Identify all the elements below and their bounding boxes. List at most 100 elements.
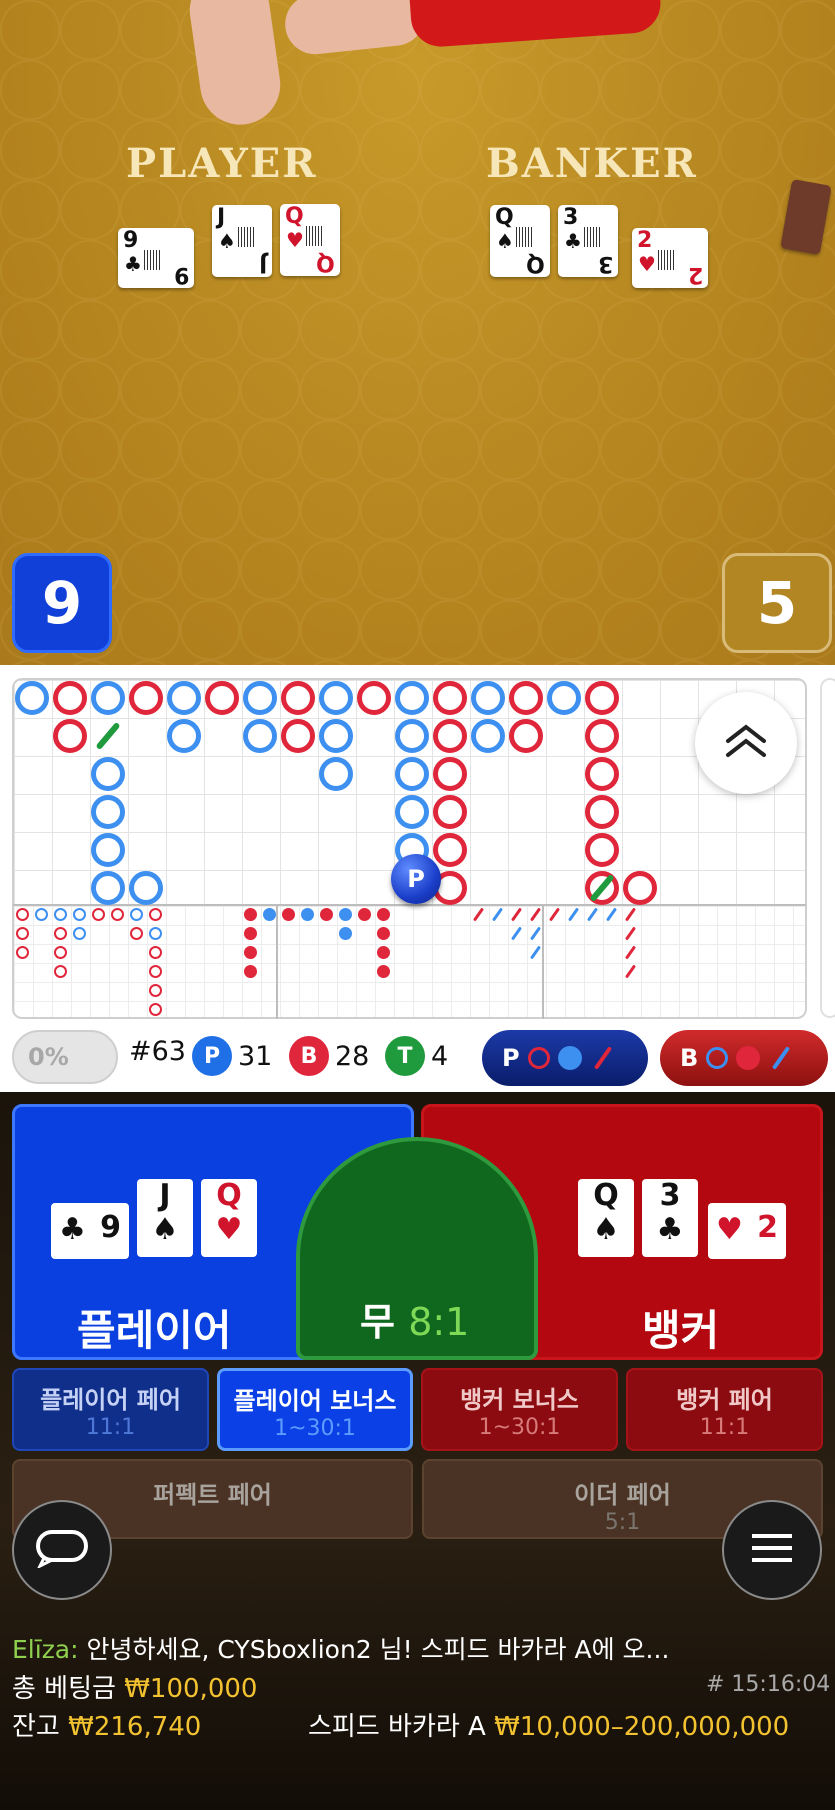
banker-win-mark bbox=[281, 681, 315, 715]
tie-count: T 4 bbox=[385, 1036, 448, 1076]
small-road-mark bbox=[320, 908, 333, 921]
banker-bonus-bet[interactable]: 뱅커 보너스 1~30:1 bbox=[421, 1368, 618, 1451]
bead-road-mark bbox=[73, 927, 86, 940]
player-bonus-bet[interactable]: 플레이어 보너스 1~30:1 bbox=[217, 1368, 413, 1451]
banker-pair-label: 뱅커 페어 bbox=[676, 1386, 773, 1414]
banker-card: 3 ♣ 3 bbox=[558, 205, 618, 277]
bead-road-mark bbox=[16, 946, 29, 959]
player-win-mark bbox=[471, 719, 505, 753]
bead-road-mark bbox=[54, 965, 67, 978]
player-win-mark bbox=[395, 757, 429, 791]
derived-roads[interactable] bbox=[12, 904, 807, 1019]
small-road-mark bbox=[377, 927, 390, 940]
small-road-mark bbox=[244, 908, 257, 921]
banker-win-mark bbox=[53, 719, 87, 753]
predict-player-button[interactable]: P bbox=[482, 1030, 648, 1086]
bead-road-mark bbox=[149, 965, 162, 978]
player-badge: P bbox=[192, 1036, 232, 1076]
tie-bet-label: 무 8:1 bbox=[360, 1291, 469, 1346]
bead-road-mark bbox=[54, 908, 67, 921]
expand-roadmap-button[interactable] bbox=[695, 692, 797, 794]
player-bet-label: 플레이어 bbox=[77, 1306, 232, 1355]
player-win-mark bbox=[319, 681, 353, 715]
small-road-mark bbox=[244, 965, 257, 978]
tie-badge: T bbox=[385, 1036, 425, 1076]
player-win-mark bbox=[167, 719, 201, 753]
next-road-peek[interactable] bbox=[820, 678, 835, 1018]
bead-road-mark bbox=[149, 984, 162, 997]
card-rank: 3 bbox=[659, 1178, 681, 1213]
card-rank: Q bbox=[593, 1178, 619, 1213]
menu-button[interactable] bbox=[722, 1500, 822, 1600]
card-suit: ♣ bbox=[124, 252, 142, 276]
balance-value: ₩216,740 bbox=[68, 1712, 202, 1742]
banker-win-mark bbox=[585, 719, 619, 753]
hamburger-menu-icon bbox=[750, 1530, 794, 1570]
card-rank: J bbox=[159, 1178, 171, 1213]
banker-badge: B bbox=[289, 1036, 329, 1076]
banker-win-mark bbox=[433, 833, 467, 867]
banker-win-mark bbox=[585, 681, 619, 715]
barcode-icon bbox=[144, 250, 160, 270]
player-pair-bet[interactable]: 플레이어 페어 11:1 bbox=[12, 1368, 209, 1451]
banker-pair-bet[interactable]: 뱅커 페어 11:1 bbox=[626, 1368, 823, 1451]
banker-win-mark bbox=[433, 681, 467, 715]
banker-win-mark bbox=[53, 681, 87, 715]
small-road-mark bbox=[339, 927, 352, 940]
player-bet-card: J ♠ bbox=[137, 1179, 193, 1257]
barcode-icon bbox=[584, 227, 600, 247]
barcode-icon bbox=[516, 227, 532, 247]
banker-pair-odds: 11:1 bbox=[699, 1415, 750, 1440]
banker-wins: B 28 bbox=[289, 1036, 369, 1076]
percent-toggle[interactable]: 0% bbox=[12, 1030, 118, 1084]
tie-win-count: 4 bbox=[431, 1040, 449, 1072]
chat-button[interactable] bbox=[12, 1500, 112, 1600]
banker-win-mark bbox=[585, 757, 619, 791]
card-rank: 2 bbox=[687, 262, 703, 287]
bead-road-mark bbox=[54, 927, 67, 940]
banker-card: 2 ♥ 2 bbox=[632, 228, 708, 288]
banker-win-mark bbox=[281, 719, 315, 753]
ring-icon bbox=[527, 1047, 550, 1069]
player-card: 9 ♣ 9 bbox=[118, 228, 194, 288]
card-suit: ♣ bbox=[564, 229, 582, 253]
total-bet-value: ₩100,000 bbox=[124, 1674, 258, 1704]
table-limits: 스피드 바카라 A ₩10,000–200,000,000 bbox=[308, 1706, 789, 1743]
small-road-mark bbox=[301, 908, 314, 921]
player-win-mark bbox=[167, 681, 201, 715]
card-rank: Q bbox=[526, 251, 545, 276]
player-pair-odds: 11:1 bbox=[85, 1415, 136, 1440]
player-win-mark bbox=[319, 757, 353, 791]
card-suit: ♠ bbox=[592, 1212, 620, 1247]
current-result-marker: P bbox=[391, 854, 441, 904]
player-win-mark bbox=[243, 719, 277, 753]
small-road-mark bbox=[377, 965, 390, 978]
chat-message: Elīza: 안녕하세요, CYSboxlion2 님! 스피드 바카라 A에 … bbox=[12, 1630, 669, 1666]
stats-bar: 0% #63 P 31 B 28 T 4 P B bbox=[0, 1022, 835, 1092]
road-divider bbox=[542, 904, 544, 1019]
banker-area-label: BANKER bbox=[486, 140, 698, 187]
card-rank: 2 bbox=[637, 228, 653, 253]
player-win-mark bbox=[471, 681, 505, 715]
card-rank: 3 bbox=[563, 205, 579, 230]
predict-banker-label: B bbox=[680, 1044, 699, 1072]
banker-bet-card: Q ♠ bbox=[578, 1179, 634, 1257]
bead-road-mark bbox=[130, 908, 143, 921]
banker-win-mark bbox=[357, 681, 391, 715]
card-suit: ♥ bbox=[716, 1212, 743, 1247]
table-name: 스피드 바카라 A bbox=[308, 1712, 486, 1742]
card-suit: ♥ bbox=[638, 252, 656, 276]
player-pair-label: 플레이어 페어 bbox=[40, 1386, 181, 1414]
player-wins: P 31 bbox=[192, 1036, 272, 1076]
player-score: 9 bbox=[12, 553, 112, 653]
game-id: # 15:16:04 bbox=[706, 1672, 831, 1697]
small-road-mark bbox=[377, 908, 390, 921]
card-rank: 9 bbox=[123, 228, 139, 253]
banker-win-count: 28 bbox=[335, 1040, 370, 1072]
predict-banker-button[interactable]: B bbox=[660, 1030, 828, 1086]
balance: 잔고 ₩216,740 bbox=[12, 1706, 201, 1743]
card-suit: ♥ bbox=[215, 1212, 243, 1247]
player-bet-card: 9 ♣ bbox=[51, 1203, 129, 1259]
table-limit-range: ₩10,000–200,000,000 bbox=[494, 1712, 790, 1742]
player-area-label: PLAYER bbox=[126, 140, 318, 187]
